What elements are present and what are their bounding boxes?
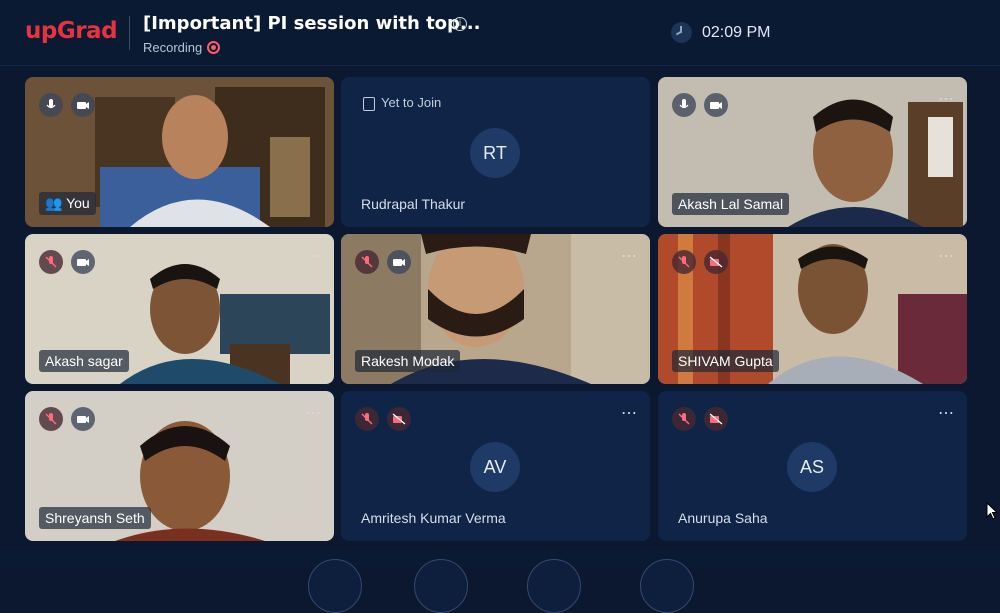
bottom-control-bar (0, 549, 1000, 568)
top-bar: upGrad [Important] PI session with top..… (0, 0, 1000, 66)
more-options-icon[interactable]: ⋯ (621, 246, 638, 266)
more-options-icon[interactable]: ⋯ (938, 246, 955, 266)
participant-tile-rudrapal[interactable]: Yet to Join RT Rudrapal Thakur (341, 77, 650, 227)
more-options-icon[interactable]: ⋯ (938, 89, 955, 109)
mouse-cursor-icon (986, 502, 998, 520)
participant-name: Rakesh Modak (355, 350, 461, 372)
participant-tile-akash-lal[interactable]: ⋯ Akash Lal Samal (658, 77, 967, 227)
participant-tile-shreyansh[interactable]: ⋯ Shreyansh Seth (25, 391, 334, 541)
camera-off-icon[interactable] (387, 407, 411, 431)
camera-off-icon[interactable] (704, 407, 728, 431)
session-time: 02:09 PM (702, 24, 771, 41)
participant-tile-akash-sagar[interactable]: ⋯ Akash sagar (25, 234, 334, 384)
mic-off-icon[interactable] (39, 407, 63, 431)
participant-tile-amritesh[interactable]: ⋯ AV Amritesh Kumar Verma (341, 391, 650, 541)
participant-name: Akash sagar (39, 350, 129, 372)
recording-label: Recording (143, 40, 203, 55)
mic-on-icon[interactable] (672, 93, 696, 117)
participant-name: Akash Lal Samal (672, 193, 790, 215)
camera-on-icon[interactable] (71, 250, 95, 274)
more-options-icon[interactable]: ⋯ (305, 246, 322, 266)
exit-door-icon (363, 97, 375, 111)
mic-on-icon[interactable] (39, 93, 63, 117)
more-options-icon[interactable]: ⋯ (938, 403, 955, 423)
recording-indicator-icon (207, 41, 220, 54)
more-options-icon[interactable]: ⋯ (621, 403, 638, 423)
mic-off-icon[interactable] (672, 250, 696, 274)
mic-off-icon[interactable] (355, 250, 379, 274)
camera-on-icon[interactable] (71, 407, 95, 431)
participant-tile-you[interactable]: 👥 You (25, 77, 334, 227)
control-button[interactable] (308, 559, 362, 613)
clock-icon (671, 22, 692, 43)
control-button[interactable] (527, 559, 581, 613)
mic-off-icon[interactable] (672, 407, 696, 431)
more-options-icon[interactable]: ⋯ (305, 403, 322, 423)
control-button[interactable] (640, 559, 694, 613)
participant-name: Amritesh Kumar Verma (361, 510, 506, 526)
participant-tile-anurupa[interactable]: ⋯ AS Anurupa Saha (658, 391, 967, 541)
avatar: RT (470, 128, 520, 178)
camera-off-icon[interactable] (704, 250, 728, 274)
avatar: AS (787, 442, 837, 492)
camera-on-icon[interactable] (704, 93, 728, 117)
participant-tile-shivam[interactable]: ⋯ SHIVAM Gupta (658, 234, 967, 384)
participant-name: Shreyansh Seth (39, 507, 151, 529)
mic-off-icon[interactable] (355, 407, 379, 431)
participant-name: 👥 You (39, 192, 96, 215)
camera-on-icon[interactable] (387, 250, 411, 274)
control-button[interactable] (414, 559, 468, 613)
mic-off-icon[interactable] (39, 250, 63, 274)
participant-tile-rakesh[interactable]: ⋯ Rakesh Modak (341, 234, 650, 384)
avatar: AV (470, 442, 520, 492)
participant-name: SHIVAM Gupta (672, 350, 779, 372)
participant-name: Rudrapal Thakur (361, 196, 466, 212)
upgrad-logo: upGrad (25, 18, 118, 44)
header-divider (129, 16, 130, 50)
camera-on-icon[interactable] (71, 93, 95, 117)
participant-name: Anurupa Saha (678, 510, 768, 526)
session-title: [Important] PI session with top... (143, 13, 481, 34)
info-icon[interactable]: i (453, 17, 467, 31)
join-status: Yet to Join (381, 95, 442, 110)
